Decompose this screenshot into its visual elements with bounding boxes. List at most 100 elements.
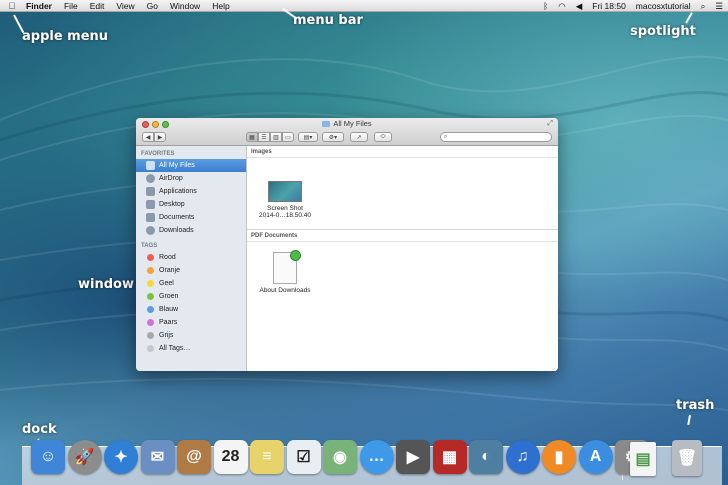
sidebar-item-all-my-files[interactable]: All My Files <box>136 159 246 172</box>
facetime-icon[interactable]: ▶ <box>396 440 430 474</box>
annotation-trash: trash <box>676 398 715 413</box>
group-pdf: About Downloads <box>247 242 558 314</box>
downloads-icon <box>146 226 155 235</box>
menu-file[interactable]: File <box>58 0 84 12</box>
window-title: All My Files <box>136 119 558 128</box>
sidebar-tags-header: TAGS <box>141 243 158 249</box>
annotation-menu-bar: menu bar <box>293 13 363 28</box>
finder-icon[interactable]: ☺ <box>31 440 65 474</box>
sidebar-tag-oranje[interactable]: Oranje <box>136 264 246 277</box>
toolbar: ◀ ▶ ▦ ☰ ▥ ▭ ▤▾ ⚙▾ ↗ ⬭ ⌕ <box>142 131 552 143</box>
desktop-icon <box>146 200 155 209</box>
arrange-button[interactable]: ▤▾ <box>298 132 318 142</box>
menu-go[interactable]: Go <box>141 0 164 12</box>
icon-view-button[interactable]: ▦ <box>246 132 258 142</box>
itunes-icon[interactable]: ♫ <box>505 440 540 474</box>
volume-icon[interactable]: ◀ <box>571 0 588 12</box>
tag-dot-icon <box>147 280 154 287</box>
sidebar-item-applications[interactable]: Applications <box>136 185 246 198</box>
view-mode-buttons: ▦ ☰ ▥ ▭ <box>246 132 294 142</box>
menu-edit[interactable]: Edit <box>84 0 111 12</box>
menu-bar:  Finder File Edit View Go Window Help ᛒ… <box>0 0 728 12</box>
menu-window[interactable]: Window <box>164 0 206 12</box>
airdrop-icon <box>146 174 155 183</box>
sidebar-favorites-header: FAVORITES <box>141 151 175 157</box>
user-name[interactable]: macosxtutorial <box>631 0 696 12</box>
reminders-icon[interactable]: ☑ <box>286 440 321 474</box>
mail-icon[interactable]: ✉ <box>140 440 175 474</box>
notification-center-icon[interactable]: ☰ <box>710 0 728 12</box>
applications-icon <box>146 187 155 196</box>
sidebar-item-airdrop[interactable]: AirDrop <box>136 172 246 185</box>
menu-help[interactable]: Help <box>206 0 235 12</box>
tag-dot-icon <box>147 345 154 352</box>
annotation-arrow-spotlight <box>685 12 693 24</box>
maps-icon[interactable]: ◉ <box>323 440 357 474</box>
file-browser: Images Screen Shot 2014-0…18.50.40 PDF D… <box>247 146 558 371</box>
action-button[interactable]: ⚙▾ <box>322 132 344 142</box>
safari-icon[interactable]: ✦ <box>104 440 138 474</box>
tag-dot-icon <box>147 306 154 313</box>
download-badge-icon <box>290 250 301 261</box>
tag-dot-icon <box>147 332 154 339</box>
sidebar-tag-groen[interactable]: Groen <box>136 290 246 303</box>
share-button[interactable]: ↗ <box>350 132 368 142</box>
sidebar-all-tags[interactable]: All Tags… <box>136 342 246 355</box>
launchpad-icon[interactable]: 🚀 <box>67 440 102 474</box>
wifi-icon[interactable]: ◠ <box>553 0 570 12</box>
file-name-line1: Screen Shot <box>267 205 303 212</box>
column-view-button[interactable]: ▥ <box>270 132 282 142</box>
sidebar-tag-grijs[interactable]: Grijs <box>136 329 246 342</box>
tag-dot-icon <box>147 293 154 300</box>
sidebar-tag-geel[interactable]: Geel <box>136 277 246 290</box>
tags-button[interactable]: ⬭ <box>374 132 392 142</box>
sidebar-item-downloads[interactable]: Downloads <box>136 224 246 237</box>
annotation-arrow-trash <box>687 414 691 426</box>
photobooth-icon[interactable]: ▦ <box>432 440 467 474</box>
sidebar-tag-rood[interactable]: Rood <box>136 251 246 264</box>
list-view-button[interactable]: ☰ <box>258 132 270 142</box>
finder-window: All My Files ⤢ ◀ ▶ ▦ ☰ ▥ ▭ ▤▾ ⚙▾ ↗ ⬭ ⌕ F… <box>136 118 558 371</box>
annotation-apple-menu: apple menu <box>22 29 109 44</box>
window-titlebar[interactable]: All My Files ⤢ ◀ ▶ ▦ ☰ ▥ ▭ ▤▾ ⚙▾ ↗ ⬭ ⌕ <box>136 118 558 146</box>
tag-dot-icon <box>147 254 154 261</box>
search-input[interactable]: ⌕ <box>440 132 552 142</box>
annotation-spotlight: spotlight <box>630 24 696 39</box>
appstore-icon[interactable]: A <box>578 440 613 474</box>
clock[interactable]: Fri 18:50 <box>587 0 631 12</box>
file-name-line2: 2014-0…18.50.40 <box>258 212 312 219</box>
apple-icon[interactable]:  <box>4 1 20 11</box>
back-button[interactable]: ◀ <box>142 132 154 142</box>
group-header-images: Images <box>247 146 558 158</box>
contacts-icon[interactable]: @ <box>177 440 211 474</box>
fullscreen-icon[interactable]: ⤢ <box>547 120 553 128</box>
notes-icon[interactable]: ≡ <box>250 440 284 474</box>
sidebar-item-desktop[interactable]: Desktop <box>136 198 246 211</box>
spotlight-icon[interactable]: ⌕ <box>696 0 711 12</box>
annotation-dock: dock <box>22 422 57 437</box>
all-my-files-icon <box>146 161 155 170</box>
forward-button[interactable]: ▶ <box>154 132 166 142</box>
trash-icon[interactable]: 🗑 <box>672 440 702 476</box>
bluetooth-icon[interactable]: ᛒ <box>538 0 553 12</box>
file-item-screenshot[interactable]: Screen Shot 2014-0…18.50.40 <box>253 181 317 219</box>
sidebar-item-documents[interactable]: Documents <box>136 211 246 224</box>
nav-buttons: ◀ ▶ <box>142 132 166 142</box>
group-header-pdf: PDF Documents <box>247 230 558 242</box>
messages-icon[interactable]: … <box>359 440 394 474</box>
iphoto-icon[interactable]: ◐ <box>469 440 503 474</box>
sidebar-tag-paars[interactable]: Paars <box>136 316 246 329</box>
menu-view[interactable]: View <box>110 0 140 12</box>
sidebar-tag-blauw[interactable]: Blauw <box>136 303 246 316</box>
documents-icon <box>146 213 155 222</box>
tag-dot-icon <box>147 267 154 274</box>
ibooks-icon[interactable]: ▮ <box>542 440 576 474</box>
file-item-about-downloads[interactable]: About Downloads <box>253 250 317 294</box>
coverflow-view-button[interactable]: ▭ <box>282 132 294 142</box>
menu-finder[interactable]: Finder <box>20 0 58 12</box>
calendar-icon[interactable]: 28 <box>213 440 248 474</box>
document-stack-icon[interactable]: ▤ <box>630 442 656 476</box>
sidebar: FAVORITES All My Files AirDrop Applicati… <box>136 146 247 371</box>
group-images: Screen Shot 2014-0…18.50.40 <box>247 158 558 230</box>
folder-icon <box>322 121 331 127</box>
